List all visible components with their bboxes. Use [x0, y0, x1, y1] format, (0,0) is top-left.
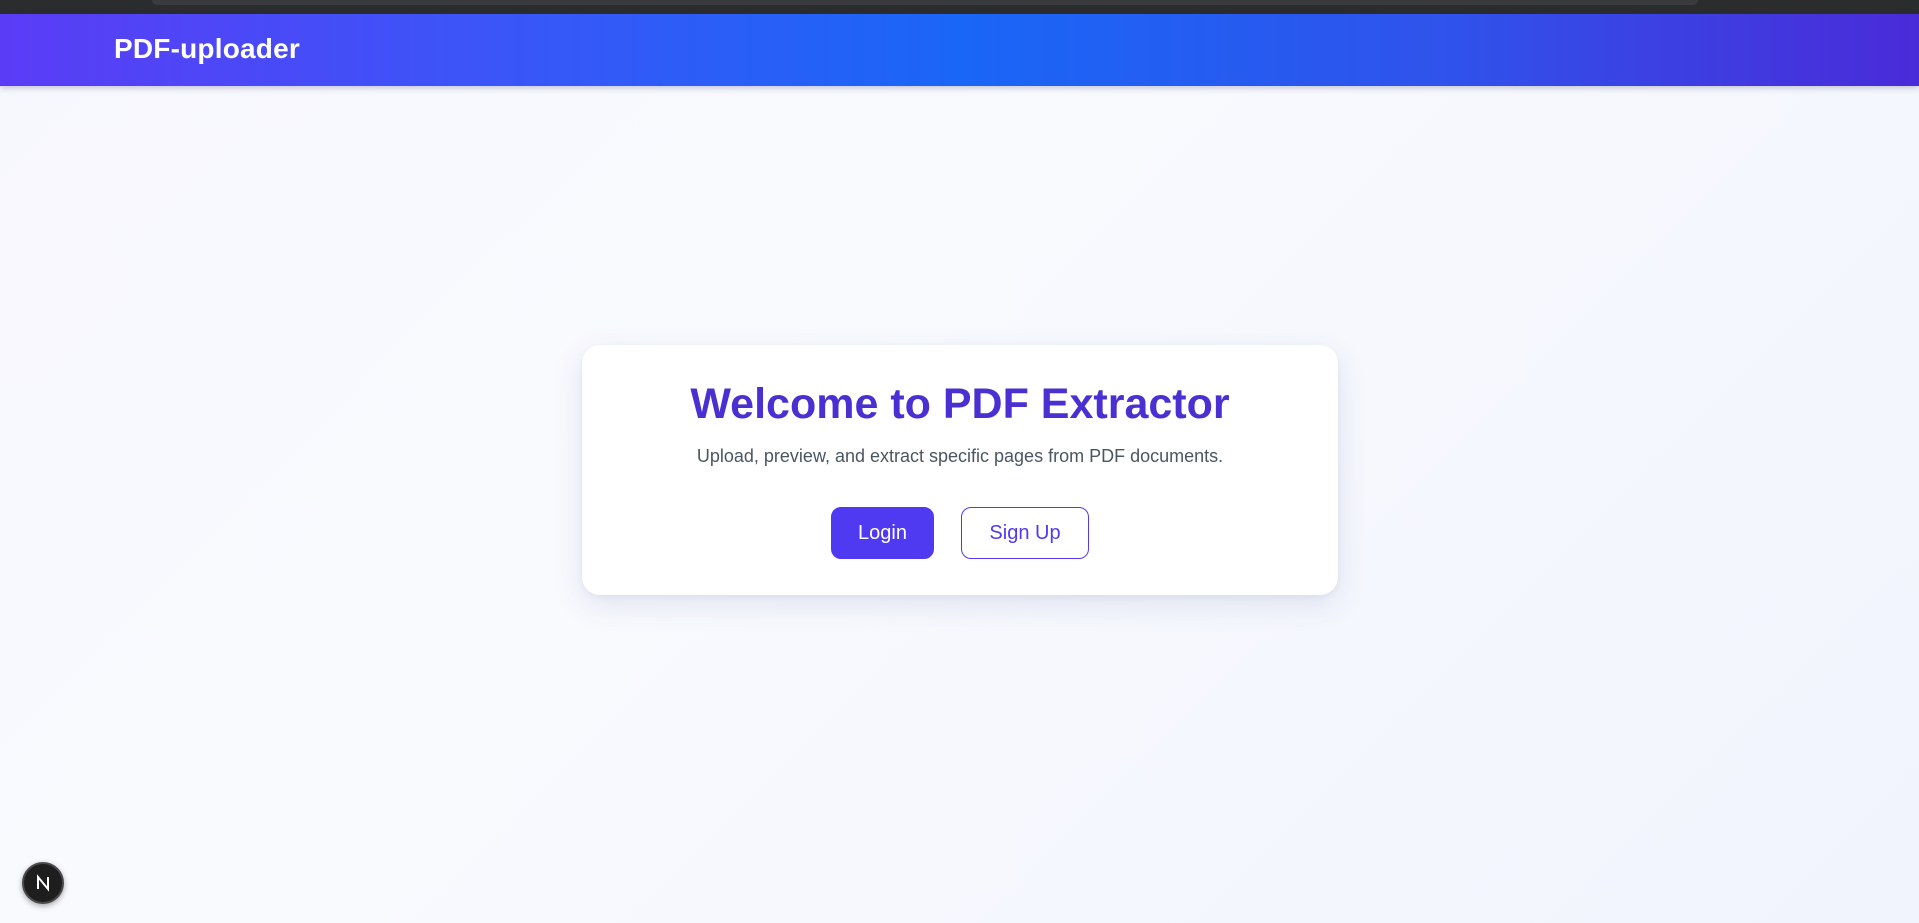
page-title: Welcome to PDF Extractor: [690, 380, 1230, 428]
login-button[interactable]: Login: [831, 507, 934, 559]
browser-address-bar-edge: [152, 0, 1698, 5]
page-subtitle: Upload, preview, and extract specific pa…: [696, 446, 1224, 466]
nextjs-dev-indicator-button[interactable]: [22, 862, 64, 904]
welcome-card: Welcome to PDF Extractor Upload, preview…: [582, 345, 1338, 595]
signup-button[interactable]: Sign Up: [961, 507, 1089, 559]
navbar: PDF-uploader: [0, 14, 1919, 86]
brand-logo-text[interactable]: PDF-uploader: [114, 32, 300, 66]
browser-top-strip: [0, 0, 1919, 14]
nextjs-n-icon: [37, 874, 49, 892]
